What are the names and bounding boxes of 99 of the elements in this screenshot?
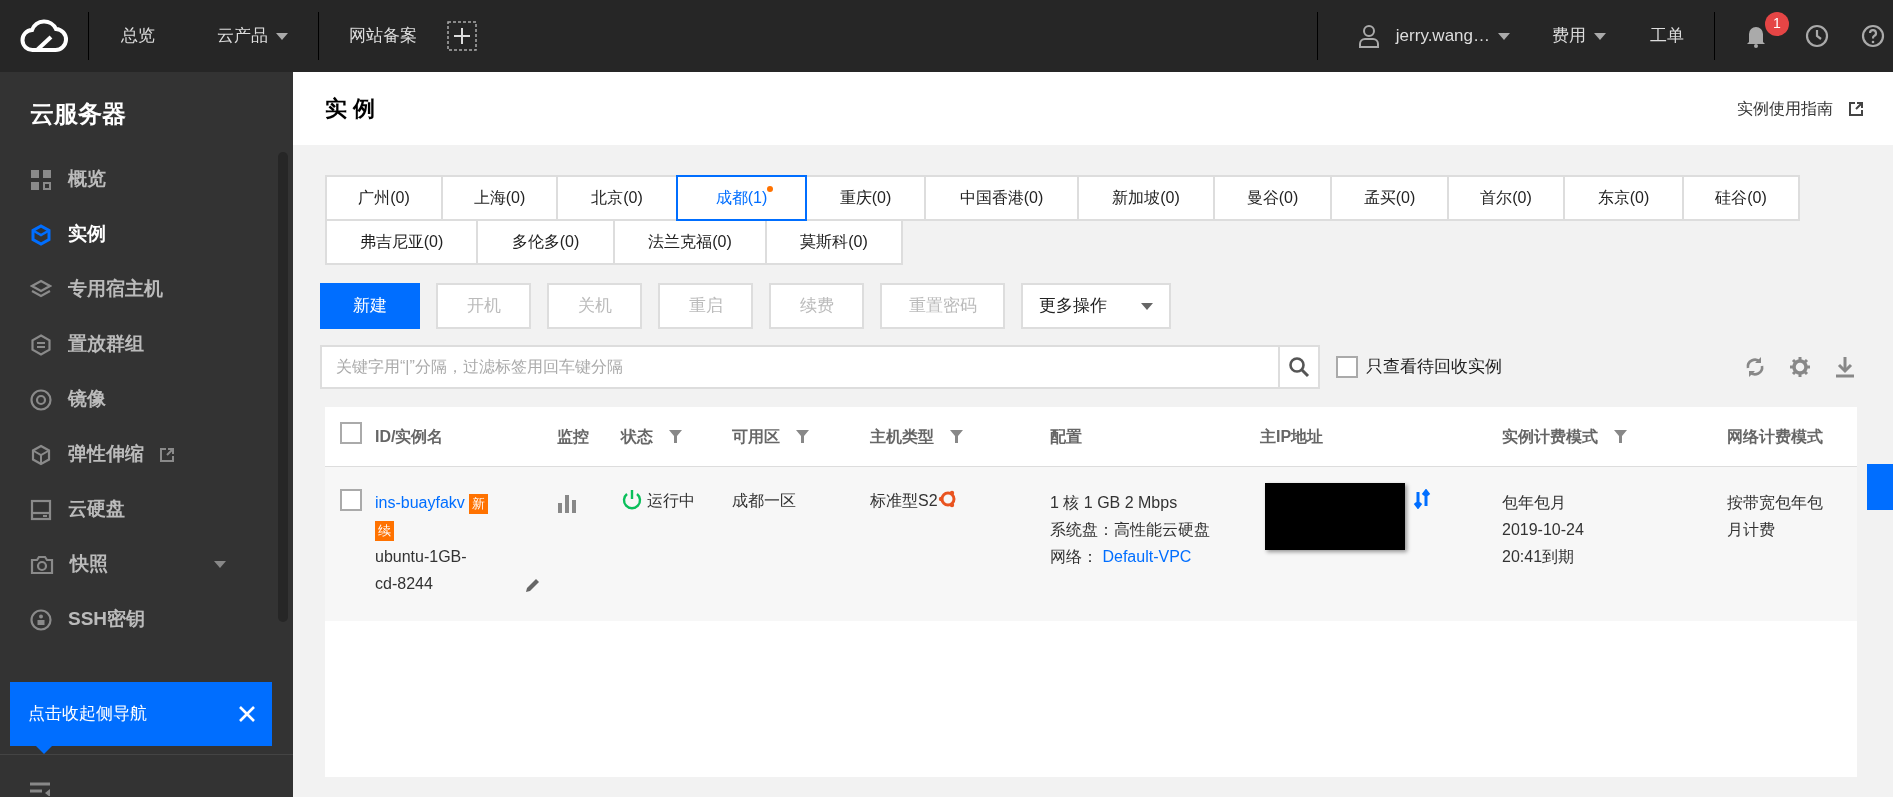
disc-icon: [30, 388, 52, 411]
user-icon: [1357, 24, 1380, 48]
add-icon[interactable]: [447, 21, 477, 51]
caret-icon: [1141, 302, 1153, 310]
column-header: 状态: [621, 426, 653, 447]
instance-tag: 新: [469, 494, 489, 514]
region-tab[interactable]: 曼谷(0): [1213, 175, 1332, 221]
sidebar-item[interactable]: 云硬盘: [0, 482, 254, 537]
filter-icon[interactable]: [669, 430, 682, 443]
top-menu-item[interactable]: 费用: [1530, 23, 1628, 49]
sidebar-item[interactable]: 专用宿主机: [0, 262, 254, 317]
refresh-icon[interactable]: [1745, 356, 1765, 378]
bar-chart-icon[interactable]: [557, 493, 577, 514]
recycle-checkbox[interactable]: 只查看待回收实例: [1336, 354, 1502, 380]
zone-text: 成都一区: [732, 492, 796, 509]
sidebar-item[interactable]: 快照: [0, 537, 254, 592]
column-header: 网络计费模式: [1727, 426, 1823, 447]
region-tab[interactable]: 法兰克福(0): [613, 219, 767, 265]
column-header: 主机类型: [870, 426, 934, 447]
status-text: 运行中: [647, 491, 695, 511]
column-header: ID/实例名: [375, 426, 444, 447]
sidebar-item[interactable]: SSH密钥: [0, 592, 254, 647]
box-icon: [30, 443, 52, 466]
column-header: 主IP地址: [1260, 426, 1324, 447]
region-tab[interactable]: 孟买(0): [1330, 175, 1449, 221]
cube-icon: [30, 223, 52, 246]
top-menu-item[interactable]: 工单: [1628, 23, 1706, 49]
expiry-text: 2019-10-24 20:41到期: [1502, 520, 1585, 567]
network-billing: 按带宽包年包月计费: [1727, 493, 1824, 540]
region-tab[interactable]: 成都(1): [676, 175, 807, 221]
region-tab[interactable]: 上海(0): [441, 175, 558, 221]
caret-icon: [1498, 32, 1510, 40]
region-tab[interactable]: 多伦多(0): [476, 219, 615, 265]
config-text: 1 核 1 GB 2 Mbps: [1050, 493, 1179, 513]
sidebar-item[interactable]: 实例: [0, 207, 254, 262]
edit-icon[interactable]: [525, 577, 541, 593]
hexagon-icon: [30, 333, 52, 356]
ring-icon: [937, 489, 958, 509]
page-title: 实 例: [325, 95, 376, 123]
settings-icon[interactable]: [1789, 356, 1811, 378]
search-icon[interactable]: [1288, 356, 1310, 378]
column-header: 实例计费模式: [1502, 426, 1598, 447]
region-tab[interactable]: 硅谷(0): [1682, 175, 1800, 221]
sidebar-item[interactable]: 概览: [0, 152, 254, 207]
help-icon[interactable]: [1861, 24, 1885, 48]
column-header: 可用区: [732, 426, 780, 447]
instance-tag: 续: [375, 521, 394, 541]
filter-icon[interactable]: [1614, 430, 1627, 443]
instance-name: ubuntu-1GB-cd-8244: [375, 547, 468, 594]
sidebar-item[interactable]: 镜像: [0, 372, 254, 427]
camera-icon: [30, 553, 54, 576]
sidebar-title: 云服务器: [29, 99, 127, 129]
nav-menu-item[interactable]: 云产品: [187, 23, 318, 49]
action-button[interactable]: 新建: [320, 283, 420, 329]
column-header: 监控: [557, 426, 589, 447]
more-actions-dropdown[interactable]: 更多操作: [1021, 283, 1171, 329]
network-label: 网络：: [1050, 548, 1098, 565]
user-menu[interactable]: jerry.wang…: [1317, 23, 1530, 49]
region-tab[interactable]: 广州(0): [325, 175, 443, 221]
select-all-checkbox[interactable]: [340, 422, 362, 444]
sidebar-item[interactable]: 置放群组: [0, 317, 254, 372]
instance-id-link[interactable]: ins-buayfakv: [375, 494, 465, 511]
region-tab[interactable]: 首尔(0): [1447, 175, 1565, 221]
instance-type: 标准型S2: [870, 491, 938, 511]
filter-icon[interactable]: [796, 430, 809, 443]
close-icon[interactable]: [238, 705, 256, 723]
external-link-icon: [160, 447, 174, 462]
region-tab[interactable]: 莫斯科(0): [765, 219, 903, 265]
tooltip-text: 点击收起侧导航: [28, 703, 147, 726]
guide-link[interactable]: 实例使用指南: [1737, 96, 1863, 121]
clock-icon[interactable]: [1805, 24, 1829, 48]
nav-menu-item[interactable]: 总览: [89, 23, 187, 49]
region-tab[interactable]: 东京(0): [1563, 175, 1684, 221]
nav-menu-item[interactable]: 网站备案: [319, 23, 447, 49]
column-header: 配置: [1050, 426, 1082, 447]
region-tab[interactable]: 中国香港(0): [924, 175, 1079, 221]
region-tab[interactable]: 新加坡(0): [1077, 175, 1215, 221]
caret-icon: [276, 32, 288, 40]
notification-count: 1: [1765, 11, 1789, 36]
external-link-icon: [1849, 101, 1863, 116]
region-tab[interactable]: 北京(0): [556, 175, 678, 221]
bell-icon[interactable]: [1745, 24, 1767, 49]
swap-icon[interactable]: [1413, 489, 1431, 509]
grid-icon: [30, 168, 52, 191]
filter-icon[interactable]: [950, 430, 963, 443]
network-link[interactable]: Default-VPC: [1102, 548, 1192, 565]
region-tab[interactable]: 重庆(0): [805, 175, 926, 221]
download-icon[interactable]: [1835, 356, 1855, 378]
disk-text: 系统盘：高性能云硬盘: [1050, 520, 1211, 540]
notice-dot: [767, 186, 774, 192]
region-tab[interactable]: 弗吉尼亚(0): [325, 219, 478, 265]
sidebar-item[interactable]: 弹性伸缩: [0, 427, 254, 482]
billing-mode: 包年包月: [1502, 493, 1567, 513]
caret-icon: [214, 561, 226, 568]
cloud-logo-icon[interactable]: [19, 19, 69, 53]
key-icon: [30, 608, 52, 631]
power-icon: [621, 489, 643, 511]
row-checkbox[interactable]: [340, 489, 362, 511]
caret-icon: [1594, 32, 1606, 40]
